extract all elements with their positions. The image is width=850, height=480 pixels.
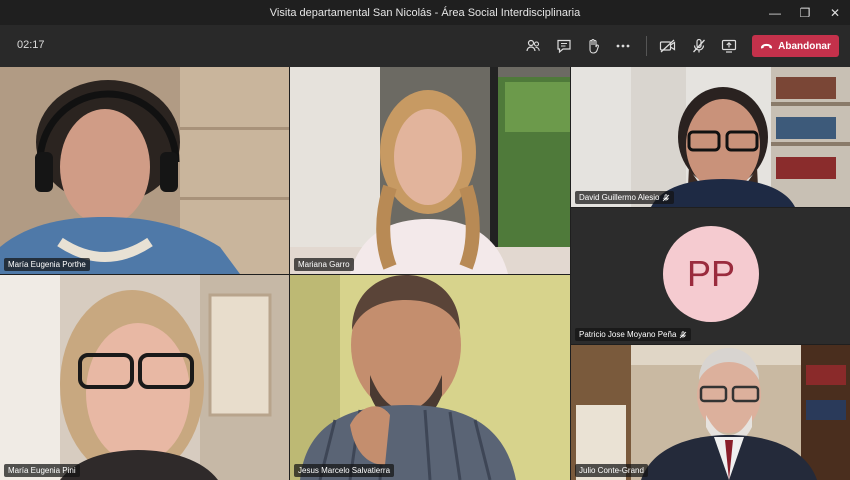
avatar: PP <box>663 226 759 322</box>
participants-icon[interactable] <box>522 35 544 57</box>
participant-name-tag: Patricio Jose Moyano Peña <box>575 328 692 341</box>
mic-off-icon <box>663 193 670 201</box>
participant-name: María Eugenia Porthe <box>8 260 86 269</box>
participant-video <box>290 275 570 480</box>
video-tile[interactable]: David Guillermo Alesio <box>571 67 850 207</box>
mic-off-icon <box>680 330 687 338</box>
minimize-icon[interactable]: — <box>760 0 790 25</box>
video-tile[interactable]: María Eugenia Porthe <box>0 67 289 274</box>
camera-off-icon[interactable] <box>657 35 679 57</box>
more-icon[interactable] <box>612 35 634 57</box>
participant-name-tag: María Eugenia Pini <box>4 464 80 477</box>
leave-button[interactable]: Abandonar <box>752 35 839 57</box>
participant-name: María Eugenia Pini <box>8 466 76 475</box>
toolbar-divider <box>646 36 647 56</box>
participant-name-tag: David Guillermo Alesio <box>575 191 675 204</box>
participant-name: Jesus Marcelo Salvatierra <box>298 466 391 475</box>
title-bar: Visita departamental San Nicolás - Área … <box>0 0 850 25</box>
participant-video <box>571 345 850 480</box>
participant-video <box>0 67 289 274</box>
participant-video <box>290 67 570 274</box>
participant-video <box>571 67 850 207</box>
video-tile[interactable]: Julio Conte-Grand <box>571 345 850 480</box>
video-tile[interactable]: PP Patricio Jose Moyano Peña <box>571 208 850 344</box>
participant-name: David Guillermo Alesio <box>579 193 660 202</box>
meeting-timer: 02:17 <box>17 39 45 51</box>
participant-name-tag: María Eugenia Porthe <box>4 258 90 271</box>
share-screen-icon[interactable] <box>718 35 740 57</box>
video-grid: María Eugenia Porthe Mariana Garro David… <box>0 67 850 480</box>
video-tile[interactable]: Mariana Garro <box>290 67 570 274</box>
mic-off-icon[interactable] <box>688 35 710 57</box>
window-controls: — ❐ ✕ <box>760 0 850 25</box>
close-icon[interactable]: ✕ <box>820 0 850 25</box>
participant-name-tag: Mariana Garro <box>294 258 354 271</box>
leave-label: Abandonar <box>778 40 831 52</box>
raise-hand-icon[interactable] <box>582 35 604 57</box>
video-tile[interactable]: Jesus Marcelo Salvatierra <box>290 275 570 480</box>
participant-name-tag: Julio Conte-Grand <box>575 464 648 477</box>
participant-name: Patricio Jose Moyano Peña <box>579 330 677 339</box>
participant-video <box>0 275 289 480</box>
window-title: Visita departamental San Nicolás - Área … <box>269 6 581 19</box>
participant-name: Mariana Garro <box>298 260 350 269</box>
maximize-icon[interactable]: ❐ <box>790 0 820 25</box>
hangup-icon <box>761 43 773 49</box>
participant-name-tag: Jesus Marcelo Salvatierra <box>294 464 395 477</box>
meeting-toolbar: 02:17 Abandonar <box>0 25 850 67</box>
participant-name: Julio Conte-Grand <box>579 466 644 475</box>
chat-icon[interactable] <box>553 35 575 57</box>
video-tile[interactable]: María Eugenia Pini <box>0 275 289 480</box>
